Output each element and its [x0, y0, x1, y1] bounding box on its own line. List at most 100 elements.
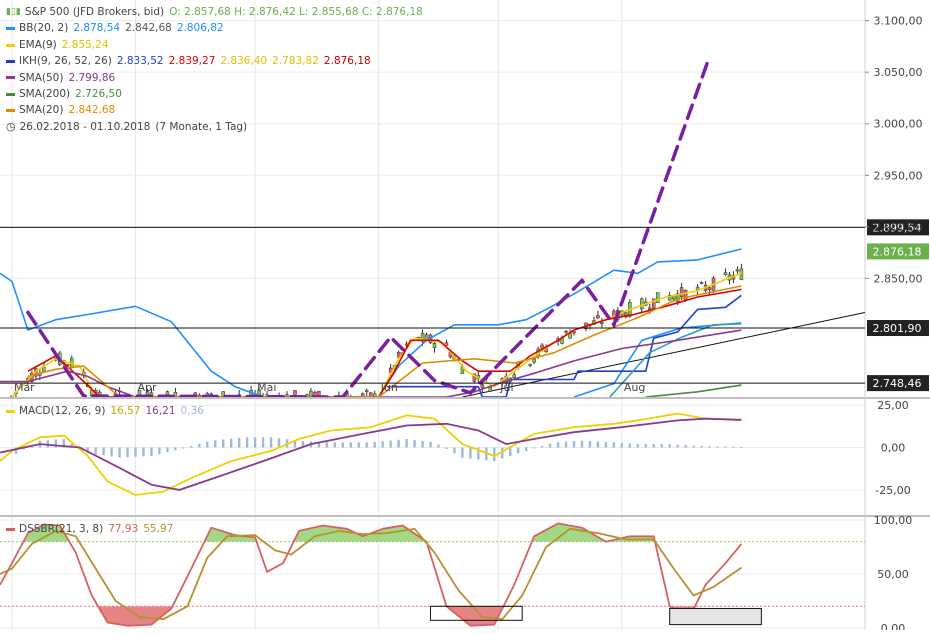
dss-tick-label: 100,00	[874, 514, 913, 527]
macd-hist-bar	[461, 448, 463, 458]
candle-body	[596, 316, 599, 318]
legend-indicator-value: 2.842,68	[68, 102, 115, 118]
macd-hist-bar	[517, 448, 519, 454]
macd-hist-bar	[597, 442, 599, 448]
legend-indicator-label: SMA(200)	[19, 86, 70, 102]
legend-indicator-value: 2.783,82	[272, 53, 319, 69]
legend-swatch	[6, 44, 15, 47]
legend-indicator-value: 2.855,24	[62, 37, 109, 53]
candle-body	[700, 282, 703, 283]
candle-body	[513, 375, 516, 378]
macd-hist-bar	[262, 437, 264, 447]
macd-hist-bar	[413, 440, 415, 448]
legend-swatch	[6, 76, 15, 79]
macd-hist-bar	[549, 444, 551, 448]
last-price-label: 2.876,18	[873, 245, 922, 258]
candle-body	[365, 391, 368, 392]
dss-legend: DSSBR(21, 3, 8) 77,93 55,97	[6, 523, 173, 535]
level-label: 2.748,46	[873, 377, 922, 390]
legend-indicator-label: SMA(50)	[19, 70, 63, 86]
macd-hist-bar	[429, 442, 431, 448]
macd-hist-bar	[254, 437, 256, 447]
legend-indicator-value: 2.878,54	[73, 20, 120, 36]
instrument-icon: ▮▯▮	[6, 4, 21, 20]
candle-body	[481, 385, 484, 387]
legend-swatch	[6, 27, 15, 30]
x-month-label: Mär	[14, 381, 35, 394]
candle-body	[565, 331, 568, 332]
legend-indicator-value: 2.842,68	[125, 20, 172, 36]
macd-hist-bar	[509, 448, 511, 456]
legend-indicator-label: EMA(9)	[19, 37, 57, 53]
x-month-label: Jul	[499, 381, 513, 394]
macd-hist-bar	[278, 438, 280, 447]
legend-indicator-row: IKH(9, 26, 52, 26)2.833,522.839,272.836,…	[6, 53, 423, 69]
candle-body	[433, 343, 436, 347]
macd-hist-bar	[637, 444, 639, 447]
macd-hist-bar	[621, 443, 623, 448]
macd-hist-bar	[238, 438, 240, 448]
candle-body	[656, 293, 659, 303]
legend-indicator-row: SMA(200)2.726,50	[6, 86, 423, 102]
macd-hist-bar	[645, 444, 647, 447]
macd-hist-bar	[342, 442, 344, 447]
dss-swatch	[6, 528, 15, 531]
macd-value: 16,57	[110, 405, 140, 417]
macd-hist-bar	[102, 448, 104, 456]
y-tick-label: 2.900,00	[874, 221, 923, 234]
macd-hist-bar	[732, 447, 734, 448]
macd-hist-bar	[358, 442, 360, 447]
macd-hist-bar	[334, 442, 336, 447]
macd-hist-bar	[421, 441, 423, 448]
macd-hist-bar	[445, 448, 447, 449]
macd-hist-bar	[541, 446, 543, 447]
x-month-label: Aug	[624, 381, 645, 394]
macd-hist-bar	[684, 445, 686, 447]
legend-header: ▮▯▮ S&P 500 (JFD Brokers, bid) O: 2.857,…	[6, 4, 423, 20]
y-tick-label: 3.000,00	[874, 118, 923, 131]
chart-root: 2.899,542.801,902.748,462.876,18 3.100,0…	[0, 0, 930, 630]
candle-body	[640, 299, 643, 309]
macd-hist-bar	[182, 448, 184, 449]
macd-hist-bar	[533, 448, 535, 449]
macd-hist-bar	[206, 442, 208, 448]
candle-body	[529, 365, 532, 366]
legend-indicator-value: 2.806,82	[177, 20, 224, 36]
macd-hist-bar	[692, 446, 694, 448]
main-legend: ▮▯▮ S&P 500 (JFD Brokers, bid) O: 2.857,…	[6, 4, 423, 135]
macd-hist-bar	[158, 448, 160, 455]
y-tick-label: 3.100,00	[874, 15, 923, 28]
candle-body	[648, 308, 651, 310]
macd-hist-bar	[374, 442, 376, 447]
macd-swatch	[6, 410, 15, 413]
macd-hist-bar	[326, 442, 328, 447]
dss-tick-label: 50,00	[877, 568, 909, 581]
macd-hist-bar	[629, 444, 631, 448]
candle-body	[708, 288, 711, 290]
macd-hist-bar	[740, 447, 742, 448]
candle-body	[736, 270, 739, 271]
level-label: 2.801,90	[873, 322, 922, 335]
macd-hist-bar	[708, 446, 710, 447]
date-range: 26.02.2018 - 01.10.2018	[20, 119, 151, 135]
clock-icon: ◷	[6, 119, 16, 135]
x-month-label: Jun	[380, 381, 398, 394]
legend-swatch	[6, 60, 15, 63]
macd-hist-bar	[150, 448, 152, 456]
ohlc-readout: O: 2.857,68 H: 2.876,42 L: 2.855,68 C: 2…	[169, 4, 423, 20]
candle-body	[684, 290, 687, 300]
candle-body	[680, 287, 683, 296]
legend-indicator-label: BB(20, 2)	[19, 20, 68, 36]
macd-hist-bar	[134, 448, 136, 457]
macd-tick-label: 0,00	[881, 442, 906, 455]
x-month-label: Apr	[138, 381, 158, 394]
macd-hist-bar	[405, 439, 407, 447]
macd-hist-bar	[565, 442, 567, 448]
macd-signal-value: 16,21	[145, 405, 175, 417]
macd-hist-bar	[653, 444, 655, 447]
macd-hist-bar	[142, 448, 144, 457]
x-month-label: Mai	[257, 381, 276, 394]
macd-hist-bar	[525, 448, 527, 451]
macd-hist-bar	[222, 439, 224, 447]
dss-d-value: 55,97	[143, 523, 173, 535]
